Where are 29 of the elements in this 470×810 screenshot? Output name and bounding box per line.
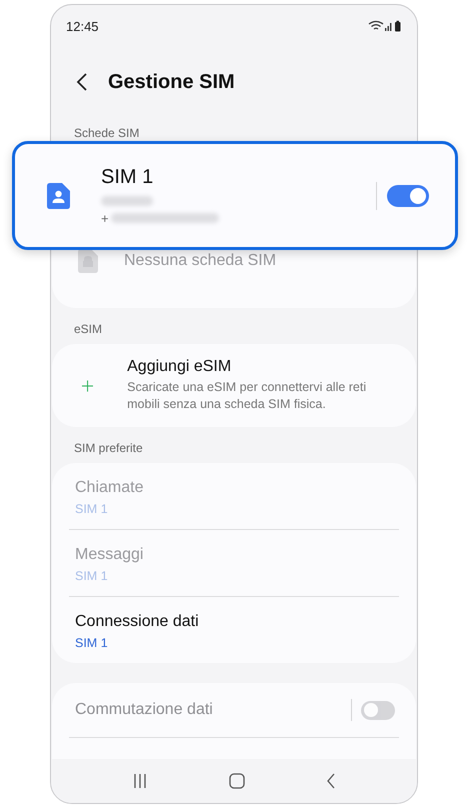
sim-card-icon [78, 249, 98, 273]
sim-name: SIM 1 [101, 166, 154, 188]
item-title: Chiamate [75, 479, 144, 497]
item-title: Commutazione dati [75, 701, 214, 719]
item-value: SIM 1 [75, 569, 109, 583]
sim-slot-label: Nessuna scheda SIM [124, 252, 276, 270]
redacted-text [101, 196, 153, 206]
section-label: Schede SIM [73, 125, 140, 142]
item-title: Aggiungi eSIM [127, 358, 232, 376]
recent-apps-icon[interactable] [132, 773, 148, 789]
preference-item[interactable]: Connessione dati SIM 1 [69, 597, 399, 663]
item-value: SIM 1 [75, 636, 109, 650]
item-title: Messaggi [75, 546, 144, 564]
sim-item[interactable]: SIM 1 + [12, 141, 458, 250]
phone-number-prefix: + [101, 210, 109, 226]
toggle-switch[interactable] [387, 184, 429, 206]
page-title: Gestione SIM [108, 70, 235, 94]
sim-card-icon [47, 182, 70, 208]
status-icons [368, 20, 402, 32]
home-icon[interactable] [228, 773, 245, 789]
item-title: Connessione dati [75, 613, 200, 631]
back-icon[interactable] [326, 773, 336, 789]
back-icon[interactable] [76, 72, 88, 92]
section-label: eSIM [73, 321, 104, 338]
item-description: Scaricate una eSIM per connettervi alle reti mobili senza una scheda SIM fisica. [127, 379, 368, 413]
status-time: 12:45 [66, 18, 99, 34]
section-label: SIM preferite [73, 440, 144, 457]
add-esim-item[interactable]: Aggiungi eSIM Scaricate una eSIM per connettervi alle reti mobili senza una scheda SIM fisica. [52, 344, 416, 427]
item-value: SIM 1 [75, 502, 109, 516]
